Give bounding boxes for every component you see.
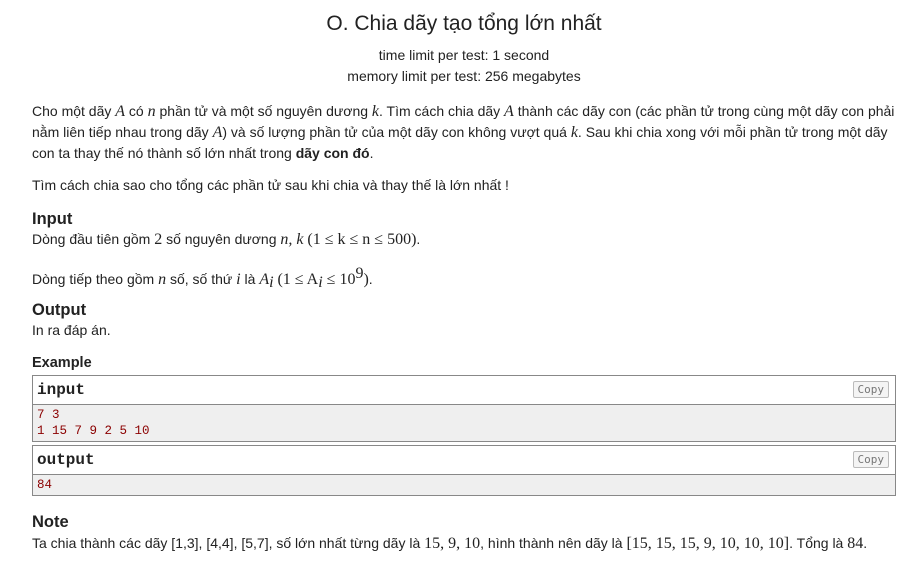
- text: .: [369, 145, 374, 161]
- math-constraint: (1 ≤ A: [277, 271, 319, 288]
- example-input-content[interactable]: 7 3 1 15 7 9 2 5 10: [33, 405, 895, 441]
- note-text: Ta chia thành các dãy [1,3], [4,4], [5,7…: [32, 533, 900, 554]
- input-line: 7 3: [37, 408, 60, 422]
- math-seq: [15, 15, 15, 9, 10, 10, 10]: [626, 535, 790, 552]
- example-output-box: output Copy 84: [32, 445, 896, 496]
- text: Dòng đầu tiên gồm: [32, 231, 155, 247]
- math-var: k: [570, 124, 578, 141]
- time-limit: time limit per test: 1 second: [378, 47, 550, 63]
- example-heading: Example: [32, 355, 92, 371]
- text: .: [416, 231, 421, 247]
- copy-output-button[interactable]: Copy: [852, 451, 889, 468]
- example-input-header: input Copy: [33, 376, 895, 405]
- math-var: A: [115, 103, 126, 120]
- input-heading: Input: [32, 210, 73, 228]
- input-line-2: Dòng tiếp theo gồm n số, số thứ i là Ai …: [32, 264, 900, 293]
- problem-title: O. Chia dãy tạo tổng lớn nhất: [326, 12, 602, 35]
- example-input-box: input Copy 7 3 1 15 7 9 2 5 10: [32, 375, 896, 442]
- text: phần tử và một số nguyên dương: [155, 103, 372, 119]
- bold-text: dãy con đó: [295, 145, 370, 161]
- math-var: A: [212, 124, 223, 141]
- math-constraint: (1 ≤ k ≤ n ≤ 500): [307, 231, 417, 248]
- input-label: input: [37, 381, 86, 399]
- math-subscript: i: [269, 274, 274, 291]
- note-heading: Note: [32, 513, 69, 531]
- text: số nguyên dương: [162, 231, 281, 247]
- example-output-content[interactable]: 84: [33, 475, 895, 495]
- text: là: [240, 271, 260, 287]
- math-var: A: [259, 271, 270, 288]
- text: . Tổng là: [789, 535, 848, 551]
- math-num: 84: [847, 535, 864, 552]
- text: , hình thành nên dãy là: [480, 535, 627, 551]
- math-var: n: [158, 271, 167, 288]
- output-text: In ra đáp án.: [32, 322, 111, 338]
- text: .: [863, 535, 868, 551]
- output-line: 84: [37, 478, 53, 492]
- text: số, số thứ: [166, 271, 237, 287]
- math-var: A: [504, 103, 514, 120]
- math-num: 2: [154, 231, 163, 248]
- math-var: k: [371, 103, 380, 120]
- input-line: 1 15 7 9 2 5 10: [37, 424, 150, 438]
- output-heading: Output: [32, 301, 87, 319]
- text: Dòng tiếp theo gồm: [32, 271, 159, 287]
- math-constraint: ≤ 10: [322, 271, 356, 288]
- math-var: n: [147, 103, 156, 120]
- math-var: n, k: [280, 231, 304, 248]
- output-label: output: [37, 451, 95, 469]
- input-line-1: Dòng đầu tiên gồm 2 số nguyên dương n, k…: [32, 229, 900, 250]
- text: .: [368, 271, 373, 287]
- memory-limit: memory limit per test: 256 megabytes: [347, 68, 581, 84]
- text: . Tìm cách chia dãy: [379, 103, 505, 119]
- text: có: [125, 103, 148, 119]
- copy-input-button[interactable]: Copy: [852, 381, 889, 398]
- statement-paragraph-2: Tìm cách chia sao cho tổng các phần tử s…: [32, 177, 509, 193]
- math-num: 15, 9, 10: [424, 535, 481, 552]
- example-output-header: output Copy: [33, 446, 895, 475]
- statement-paragraph-1: Cho một dãy A có n phần tử và một số ngu…: [32, 101, 900, 163]
- text: Cho một dãy: [32, 103, 116, 119]
- text: Ta chia thành các dãy [1,3], [4,4], [5,7…: [32, 535, 425, 551]
- problem-page: O. Chia dãy tạo tổng lớn nhất time limit…: [0, 0, 910, 571]
- text: ) và số lượng phần tử của một dãy con kh…: [222, 124, 571, 140]
